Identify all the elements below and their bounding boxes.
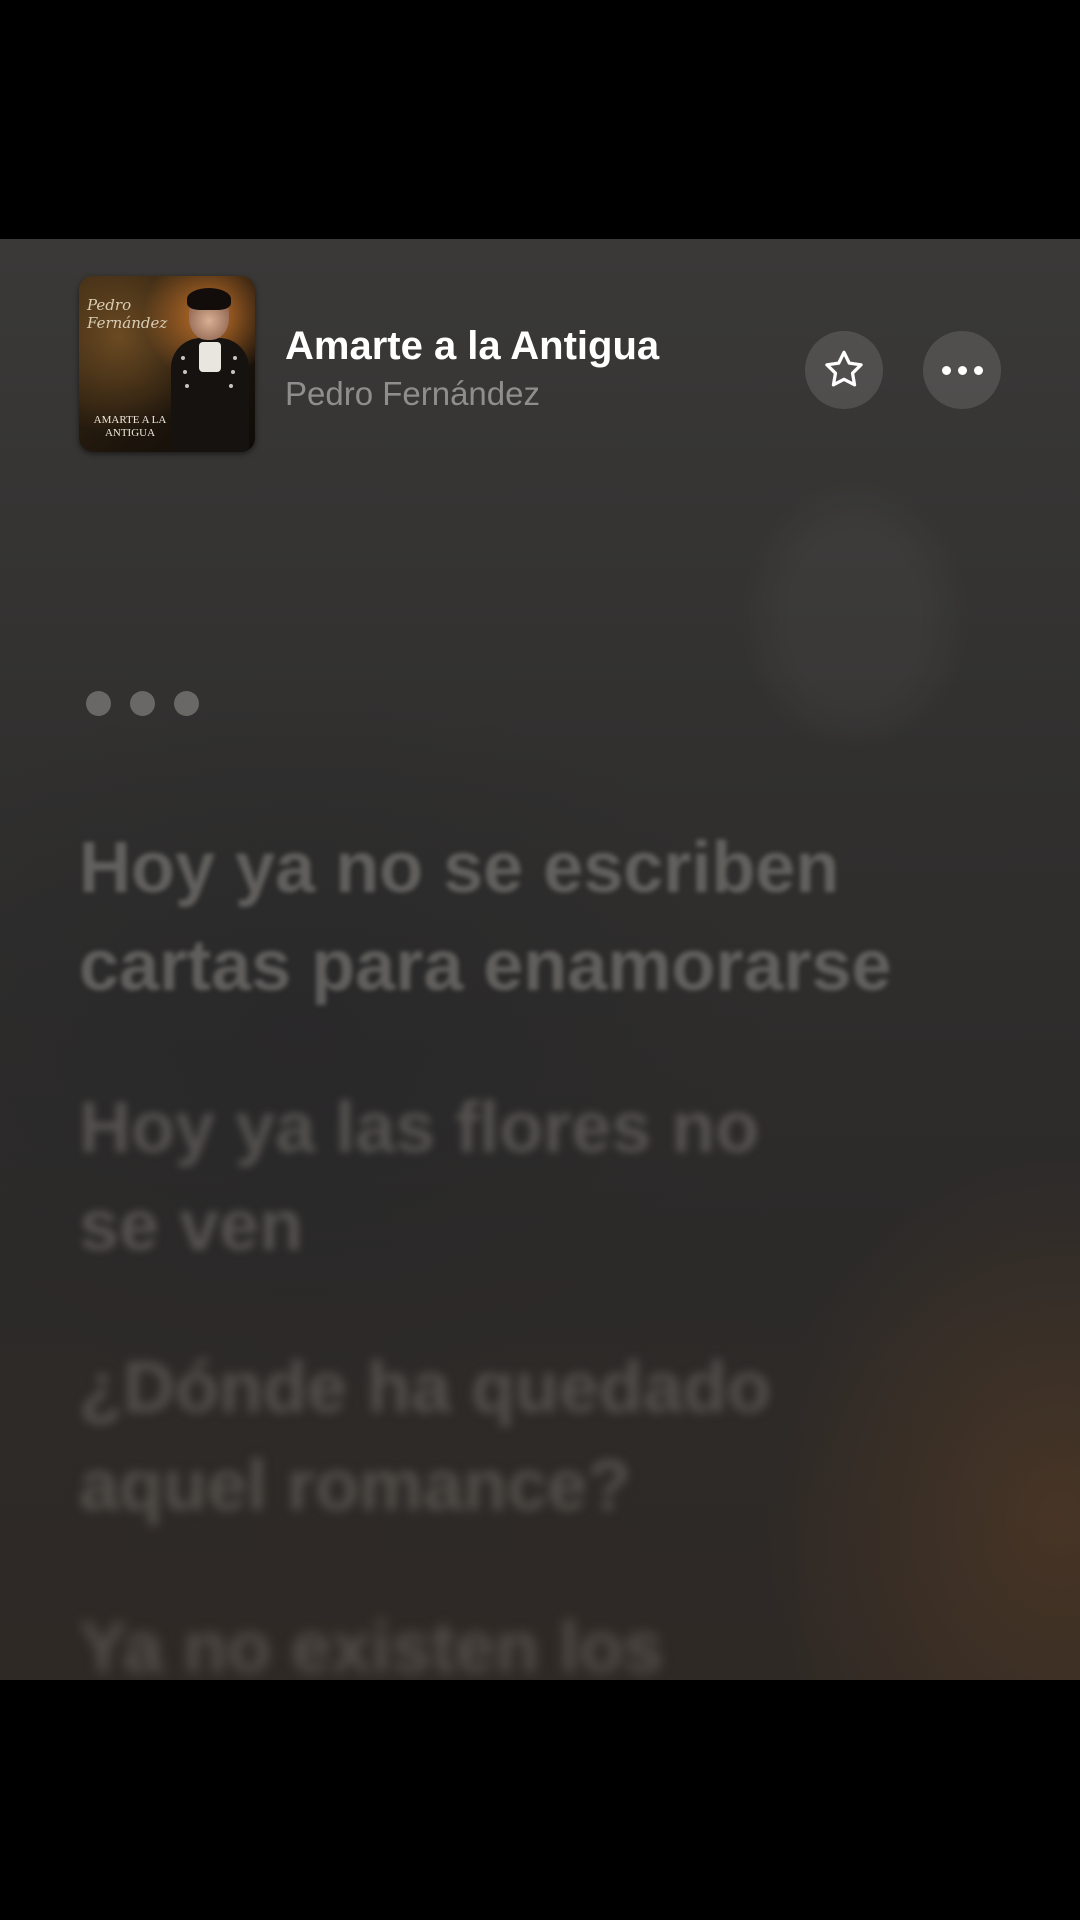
more-options-button[interactable] xyxy=(923,331,1001,409)
waiting-dot xyxy=(174,691,199,716)
lyrics-waiting-indicator xyxy=(86,691,199,716)
ellipsis-icon xyxy=(941,365,983,375)
waiting-dot xyxy=(130,691,155,716)
lyric-line[interactable]: Hoy ya las flores no se ven xyxy=(79,1079,839,1275)
now-playing-lyrics-view: Pedro Fernández AMARTE A LA ANTIGUA Amar… xyxy=(0,239,1080,1680)
artwork-artist-text: Pedro Fernández xyxy=(87,296,168,332)
bottom-black-bar xyxy=(0,1680,1080,1920)
artwork-stud xyxy=(233,356,237,360)
star-outline-icon xyxy=(825,350,863,387)
lyric-line[interactable]: ¿Dónde ha quedado aquel romance? xyxy=(79,1339,879,1535)
artwork-figure xyxy=(171,286,249,452)
artwork-stud xyxy=(181,356,185,360)
top-black-bar xyxy=(0,0,1080,239)
waiting-dot xyxy=(86,691,111,716)
artwork-figure-shirt xyxy=(199,342,221,372)
artwork-stud xyxy=(229,384,233,388)
album-artwork[interactable]: Pedro Fernández AMARTE A LA ANTIGUA xyxy=(79,276,255,452)
artist-name[interactable]: Pedro Fernández xyxy=(285,374,540,414)
song-title[interactable]: Amarte a la Antigua xyxy=(285,323,659,369)
artwork-stud xyxy=(185,384,189,388)
background-glow xyxy=(760,499,950,729)
artwork-stud xyxy=(183,370,187,374)
artwork-album-text: AMARTE A LA ANTIGUA xyxy=(93,414,167,439)
favorite-button[interactable] xyxy=(805,331,883,409)
artwork-stud xyxy=(231,370,235,374)
artwork-figure-hair xyxy=(187,288,231,310)
lyric-line[interactable]: Hoy ya no se escriben cartas para enamor… xyxy=(79,819,1019,1015)
lyric-line[interactable]: Ya no existen los xyxy=(79,1599,839,1680)
